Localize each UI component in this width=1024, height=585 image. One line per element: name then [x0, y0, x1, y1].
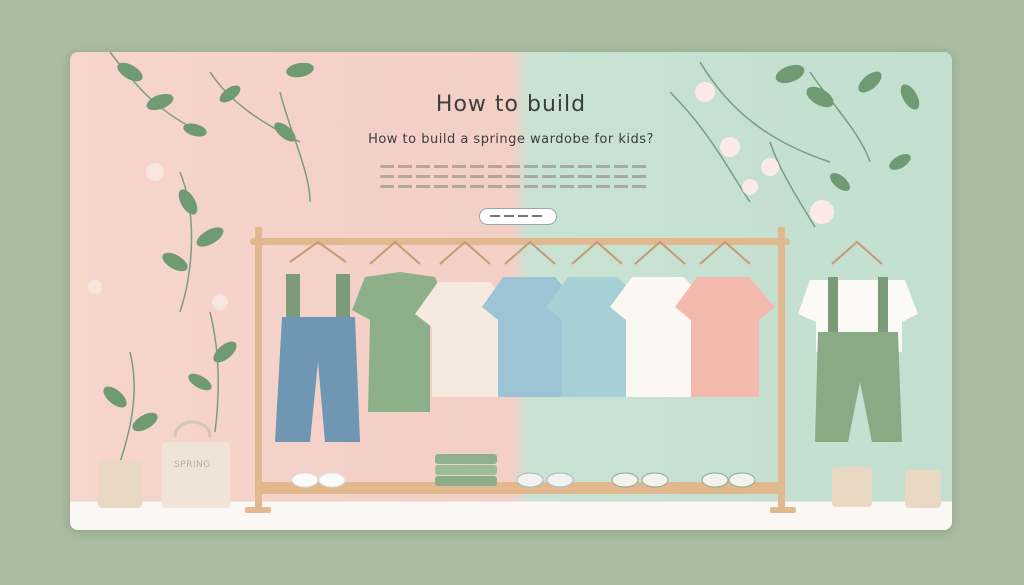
- leaf-cluster-right: [775, 64, 920, 191]
- folded-clothes: [435, 454, 497, 486]
- banner-card: How to build How to build a springe ward…: [70, 52, 952, 530]
- wardrobe-scene: [88, 52, 941, 513]
- cta-button[interactable]: [479, 208, 557, 225]
- hanger-icon: [289, 240, 883, 265]
- placeholder-text-lines: [380, 158, 650, 195]
- overalls-item: [798, 277, 918, 442]
- bag-label: SPRING: [174, 460, 211, 470]
- page-title: How to build: [435, 92, 587, 117]
- page-subtitle: How to build a springe wardobe for kids?: [368, 132, 654, 147]
- jeans-item: [275, 274, 360, 442]
